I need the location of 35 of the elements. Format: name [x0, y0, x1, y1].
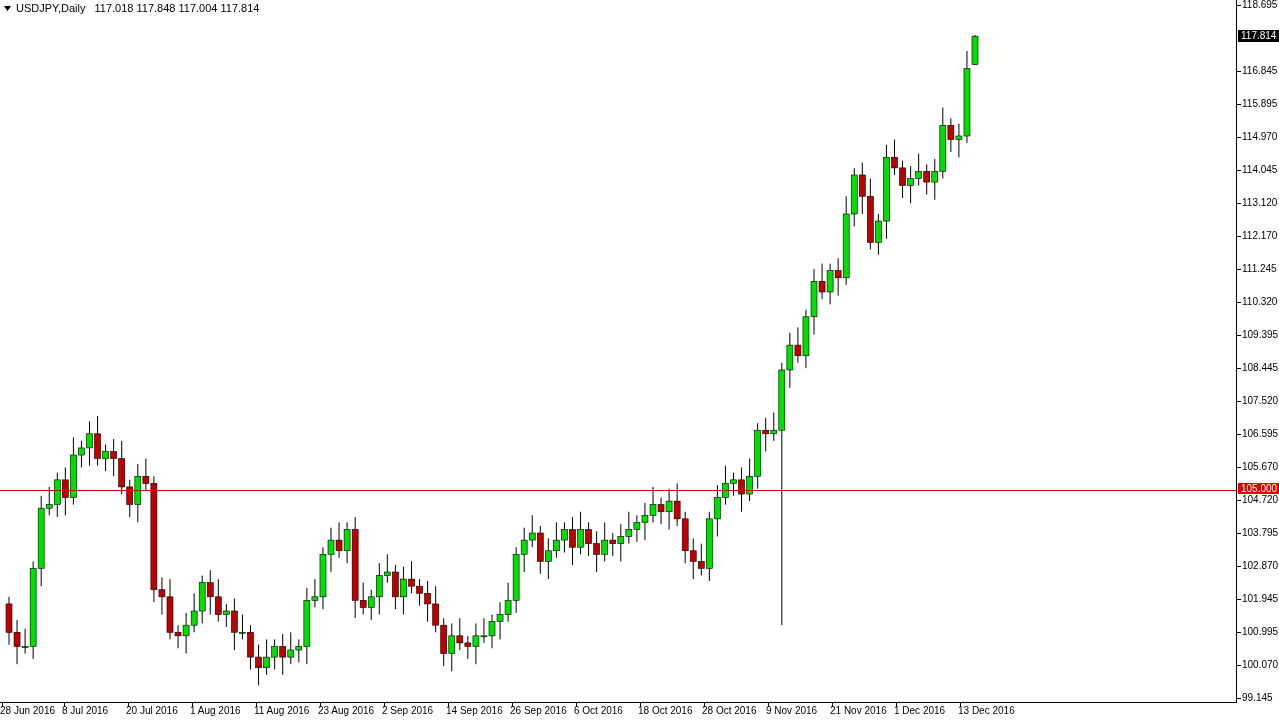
price-label: 118.695	[1242, 0, 1278, 10]
date-label: 13 Dec 2016	[958, 706, 1015, 716]
price-label: 110.320	[1242, 297, 1278, 307]
price-label: 105.670	[1242, 462, 1279, 472]
price-label: 108.445	[1242, 363, 1279, 373]
date-label: 14 Sep 2016	[446, 706, 503, 716]
price-label: 99.145	[1242, 693, 1273, 703]
ohlc-values: 117.018 117.848 117.004 117.814	[94, 3, 260, 14]
price-label: 102.870	[1242, 561, 1279, 571]
price-label: 116.845	[1242, 66, 1278, 76]
dropdown-triangle-icon[interactable]	[4, 6, 11, 11]
price-label: 109.395	[1242, 330, 1279, 340]
price-label: 111.245	[1242, 264, 1277, 274]
price-label: 100.995	[1242, 627, 1279, 637]
date-label: 28 Jun 2016	[0, 706, 56, 716]
price-label: 107.520	[1242, 396, 1279, 406]
date-label: 21 Nov 2016	[830, 706, 887, 716]
current-price-tag: 117.814	[1238, 30, 1279, 43]
price-label: 104.720	[1242, 495, 1279, 505]
price-label: 114.045	[1242, 165, 1278, 175]
date-label: 20 Jul 2016	[126, 706, 178, 716]
price-label: 114.970	[1242, 132, 1278, 142]
date-label: 18 Oct 2016	[638, 706, 693, 716]
date-label: 26 Sep 2016	[510, 706, 567, 716]
date-label: 28 Oct 2016	[702, 706, 757, 716]
price-label: 101.945	[1242, 594, 1279, 604]
price-label: 100.070	[1242, 660, 1279, 670]
date-label: 23 Aug 2016	[318, 706, 375, 716]
price-label: 106.595	[1242, 429, 1279, 439]
price-label: 112.170	[1242, 231, 1278, 241]
price-label: 115.895	[1242, 99, 1278, 109]
price-label: 103.795	[1242, 528, 1279, 538]
chart-symbol: USDJPY,Daily	[16, 3, 86, 14]
level-price-tag: 105.000	[1238, 483, 1279, 494]
price-label: 113.120	[1242, 198, 1278, 208]
